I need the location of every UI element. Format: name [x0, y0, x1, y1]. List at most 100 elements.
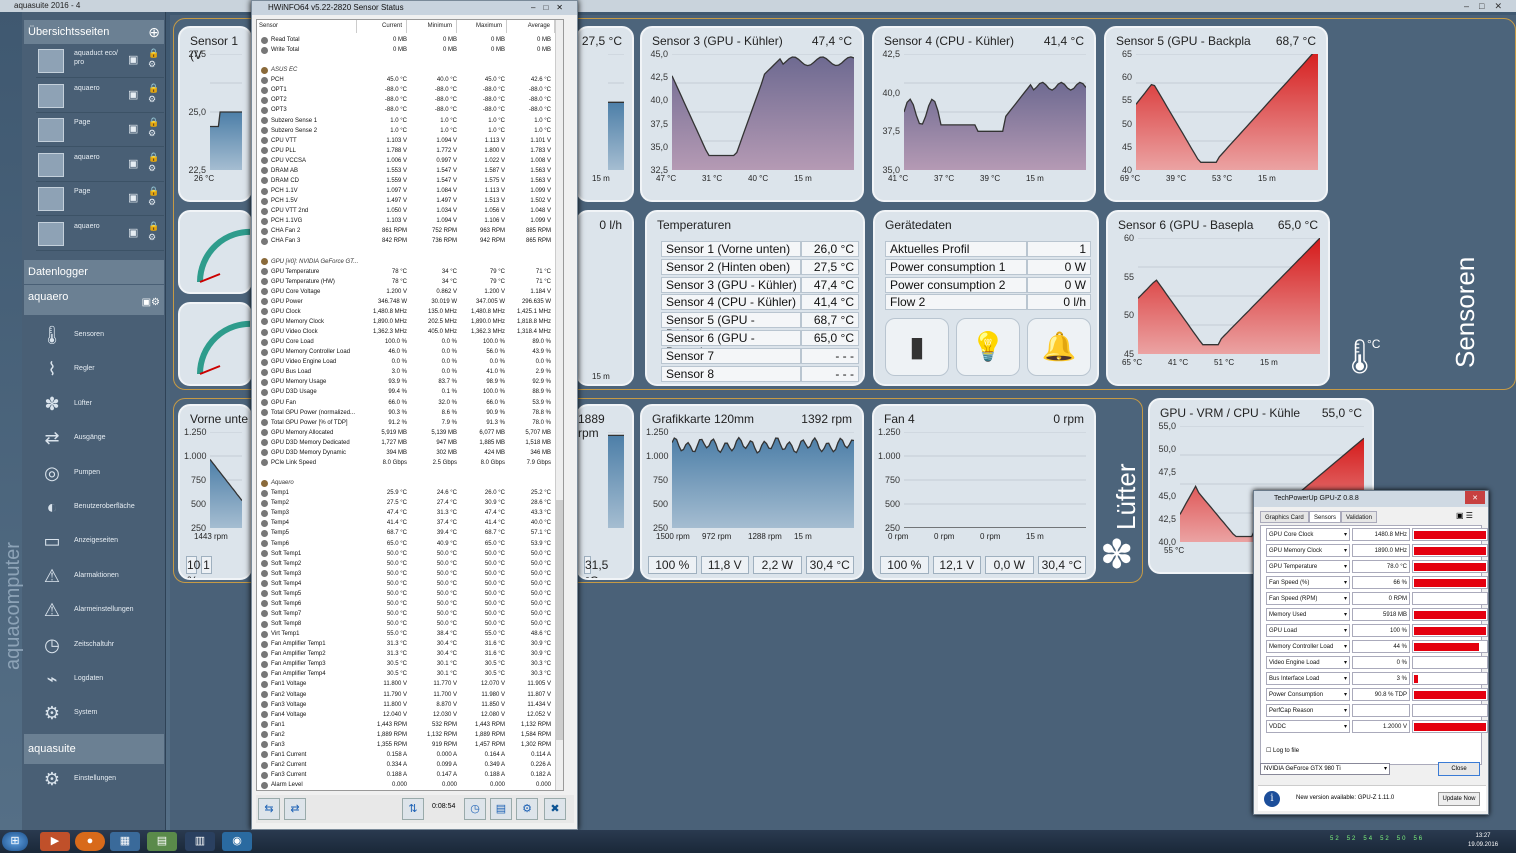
- sensor-row[interactable]: Temp1 25.9 °C 24.6 °C 26.0 °C 25.2 °C: [257, 488, 563, 498]
- chart-panel[interactable]: Sensor 3 (GPU - Kühler) 47,4 °C 45,0 42,5 40…: [640, 26, 864, 202]
- sensor-row[interactable]: Fan3 Voltage 11.800 V 8.870 V 11.850 V 11.43…: [257, 700, 563, 710]
- sensor-row[interactable]: PCH 45.0 °C 40.0 °C 45.0 °C 42.6 °C: [257, 75, 563, 85]
- sensor-row[interactable]: Fan Amplifier Temp4 30.5 °C 30.1 °C 30.5 °C…: [257, 669, 563, 679]
- gpuz-sensor-name[interactable]: Fan Speed (RPM) ▾: [1266, 592, 1350, 605]
- datalogger-section-header[interactable]: Datenlogger: [24, 260, 164, 284]
- sensor-row[interactable]: Virt Temp1 55.0 °C 38.4 °C 55.0 °C 48.6 °C: [257, 629, 563, 639]
- lock-icon[interactable]: 🔒 ⚙: [148, 152, 159, 174]
- battery-icon[interactable]: ▮: [885, 318, 949, 376]
- gpuz-sensor-name[interactable]: GPU Load ▾: [1266, 624, 1350, 637]
- camera-icon[interactable]: ▣ ☰: [1456, 511, 1473, 520]
- chart-panel[interactable]: Fan 40 rpm 1.250 1.000 750 500 250 0 rpm 0 rpm 0…: [872, 404, 1096, 580]
- sensor-row[interactable]: Soft Temp5 50.0 °C 50.0 °C 50.0 °C 50.0 °C: [257, 589, 563, 599]
- lock-icon[interactable]: 🔒 ⚙: [148, 186, 159, 208]
- add-icon[interactable]: ⊕: [148, 20, 160, 44]
- sensor-row[interactable]: Total GPU Power [% of TDP] 91.2 % 7.9 % 91.…: [257, 418, 563, 428]
- gpuz-sensor-name[interactable]: Fan Speed (%) ▾: [1266, 576, 1350, 589]
- sensor-row[interactable]: Fan2 Voltage 11.790 V 11.700 V 11.980 V 11.8…: [257, 690, 563, 700]
- firefox-icon[interactable]: ●: [75, 832, 105, 851]
- update-now-button[interactable]: Update Now: [1438, 792, 1480, 806]
- sensor-row[interactable]: Temp3 47.4 °C 31.3 °C 47.4 °C 43.3 °C: [257, 508, 563, 518]
- chart-panel[interactable]: Sensor 5 (GPU - Backpla 68,7 °C 65 60 55 50 45…: [1104, 26, 1328, 202]
- gpu-select[interactable]: NVIDIA GeForce GTX 980 Ti ▾: [1260, 763, 1390, 775]
- sensor-row[interactable]: OPT3 -88.0 °C -88.0 °C -88.0 °C -88.0 °C: [257, 105, 563, 115]
- chart-panel[interactable]: 27,5 °C 15 m: [576, 26, 634, 202]
- sensor-row[interactable]: GPU Memory Usage 93.9 % 83.7 % 98.9 % 92.9 %: [257, 377, 563, 387]
- hwinfo-window-controls[interactable]: –□✕: [531, 1, 571, 15]
- sensor-row[interactable]: GPU Core Voltage 1.200 V 0.862 V 1.200 V 1.1…: [257, 287, 563, 297]
- device-section-header[interactable]: aquaero ▣⚙: [24, 285, 164, 315]
- sensor-row[interactable]: DRAM AB 1.553 V 1.547 V 1.587 V 1.563 V: [257, 166, 563, 176]
- sensor-row[interactable]: Read Total 0 MB 0 MB 0 MB 0 MB: [257, 35, 563, 45]
- hwinfo-taskbar-icon[interactable]: ▥: [185, 832, 215, 851]
- chart-panel[interactable]: 1889 rpm31,5 °C: [576, 404, 634, 580]
- column-header[interactable]: Current: [357, 20, 407, 33]
- aquasuite-taskbar-icon[interactable]: ◉: [222, 832, 252, 851]
- sensor-row[interactable]: PCH 1.1V 1.097 V 1.084 V 1.113 V 1.099 V: [257, 186, 563, 196]
- media-player-icon[interactable]: ▶: [40, 832, 70, 851]
- scrollbar-thumb[interactable]: [556, 500, 563, 740]
- flow-panel[interactable]: 0 l/h 15 m: [576, 210, 634, 386]
- lock-icon[interactable]: 🔒 ⚙: [148, 48, 159, 70]
- column-header[interactable]: Minimum: [407, 20, 457, 33]
- gpuz-sensor-name[interactable]: Power Consumption ▾: [1266, 688, 1350, 701]
- sensor-row[interactable]: PCH 1.1VG 1.103 V 1.094 V 1.106 V 1.099 V: [257, 216, 563, 226]
- sidebar-item-system[interactable]: ⚙ System: [36, 696, 164, 730]
- overview-page-item[interactable]: aquaero ▣ 🔒 ⚙: [36, 149, 164, 182]
- sensor-row[interactable]: Soft Temp8 50.0 °C 50.0 °C 50.0 °C 50.0 °C: [257, 619, 563, 629]
- sensor-row[interactable]: Fan4 Voltage 12.040 V 12.030 V 12.080 V 12.0…: [257, 710, 563, 720]
- sensor-row[interactable]: Temp2 27.5 °C 27.4 °C 30.9 °C 28.6 °C: [257, 498, 563, 508]
- lock-icon[interactable]: 🔒 ⚙: [148, 221, 159, 243]
- sensor-row[interactable]: CPU VTT 2nd 1.050 V 1.034 V 1.056 V 1.048 V: [257, 206, 563, 216]
- sensor-row[interactable]: Alarm Level 0.000 0.000 0.000 0.000: [257, 780, 563, 790]
- tab-sensors[interactable]: Sensors: [1309, 511, 1342, 523]
- group-row[interactable]: Aquaero: [257, 478, 563, 488]
- close-icon[interactable]: ✕: [1465, 491, 1485, 504]
- sidebar-item-sensoren[interactable]: 🌡 Sensoren: [36, 318, 164, 352]
- column-header[interactable]: Average: [507, 20, 555, 33]
- sidebar-item-alarmaktionen[interactable]: ⚠ Alarmaktionen: [36, 559, 164, 593]
- gpuz-sensor-name[interactable]: Bus Interface Load ▾: [1266, 672, 1350, 685]
- close-button[interactable]: Close: [1438, 762, 1480, 776]
- sidebar-item-regler[interactable]: ⌇ Regler: [36, 352, 164, 386]
- column-header[interactable]: Sensor: [259, 20, 357, 33]
- sensor-row[interactable]: Temp5 68.7 °C 39.4 °C 68.7 °C 57.1 °C: [257, 528, 563, 538]
- sensor-row[interactable]: Soft Temp3 50.0 °C 50.0 °C 50.0 °C 50.0 °C: [257, 569, 563, 579]
- sensor-row[interactable]: Temp4 41.4 °C 37.4 °C 41.4 °C 40.0 °C: [257, 518, 563, 528]
- sidebar-item-lfter[interactable]: ✽ Lüfter: [36, 387, 164, 421]
- sensor-row[interactable]: Fan2 1,889 RPM 1,132 RPM 1,889 RPM 1,584 RPM: [257, 730, 563, 740]
- group-row[interactable]: [257, 468, 563, 478]
- sensor-row[interactable]: GPU Temperature (HW) 78 °C 34 °C 79 °C 71 °C: [257, 277, 563, 287]
- overview-page-item[interactable]: Page ▣ 🔒 ⚙: [36, 183, 164, 216]
- sensor-row[interactable]: Soft Temp7 50.0 °C 50.0 °C 50.0 °C 50.0 °C: [257, 609, 563, 619]
- sensor-row[interactable]: GPU Temperature 78 °C 34 °C 79 °C 71 °C: [257, 267, 563, 277]
- sensor-row[interactable]: GPU Memory Clock 1,890.0 MHz 202.5 MHz 1,89…: [257, 317, 563, 327]
- chart-panel[interactable]: Vorne unte 1.250 1.000 750 500 250 1443 rpm 100…: [178, 404, 252, 580]
- gpuz-sensor-name[interactable]: GPU Memory Clock ▾: [1266, 544, 1350, 557]
- clock[interactable]: 13:27 19.09.2016: [1468, 832, 1498, 850]
- sidebar-item-zeitschaltuhr[interactable]: ◷ Zeitschaltuhr: [36, 628, 164, 662]
- chart-panel[interactable]: Grafikkarte 120mm 1392 rpm 1.250 1.000 750 50…: [640, 404, 864, 580]
- gpuz-sensor-name[interactable]: VDDC ▾: [1266, 720, 1350, 733]
- sensor-row[interactable]: CHA Fan 3 842 RPM 736 RPM 942 RPM 865 RPM: [257, 236, 563, 246]
- sidebar-item-settings[interactable]: ⚙ Einstellungen: [36, 762, 164, 796]
- column-header[interactable]: Maximum: [457, 20, 507, 33]
- chart-panel[interactable]: Sensor 6 (GPU - Basepla 65,0 °C 60 55 50 45 65…: [1106, 210, 1330, 386]
- sensor-row[interactable]: CPU VCCSA 1.006 V 0.997 V 1.022 V 1.008 V: [257, 156, 563, 166]
- tab-validation[interactable]: Validation: [1341, 511, 1377, 523]
- sensor-row[interactable]: DRAM CD 1.559 V 1.547 V 1.575 V 1.563 V: [257, 176, 563, 186]
- sensor-row[interactable]: CPU PLL 1.788 V 1.772 V 1.800 V 1.783 V: [257, 146, 563, 156]
- sensor-row[interactable]: Fan Amplifier Temp2 31.3 °C 30.4 °C 31.6 °C…: [257, 649, 563, 659]
- page-display-icon[interactable]: ▣: [128, 191, 138, 204]
- sensor-row[interactable]: Soft Temp2 50.0 °C 50.0 °C 50.0 °C 50.0 °C: [257, 559, 563, 569]
- save-gear-icon[interactable]: ▣⚙: [142, 291, 160, 315]
- log-to-file-checkbox[interactable]: ☐ Log to file: [1266, 747, 1299, 754]
- sensor-row[interactable]: GPU Bus Load 3.0 % 0.0 % 41.0 % 2.9 %: [257, 367, 563, 377]
- sensor-row[interactable]: PCIe Link Speed 8.0 Gbps 2.5 Gbps 8.0 Gbps 7…: [257, 458, 563, 468]
- page-display-icon[interactable]: ▣: [128, 157, 138, 170]
- gpuz-sensor-name[interactable]: Video Engine Load ▾: [1266, 656, 1350, 669]
- sensor-row[interactable]: Subzero Sense 2 1.0 °C 1.0 °C 1.0 °C 1.0 °C: [257, 126, 563, 136]
- gpuz-sensor-name[interactable]: GPU Temperature ▾: [1266, 560, 1350, 573]
- sidebar-item-pumpen[interactable]: ◎ Pumpen: [36, 456, 164, 490]
- page-display-icon[interactable]: ▣: [128, 226, 138, 239]
